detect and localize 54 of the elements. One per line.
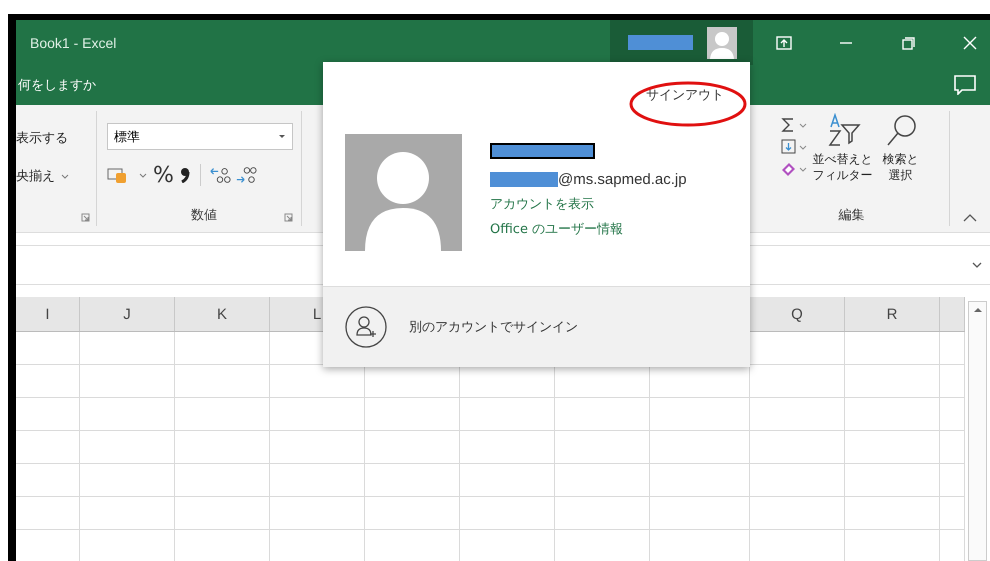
window-title: Book1 - Excel <box>30 34 116 50</box>
avatar-icon <box>707 26 737 58</box>
increase-decimal-icon[interactable] <box>208 166 231 184</box>
caret-icon <box>61 174 69 179</box>
decrease-decimal-icon[interactable] <box>234 166 257 184</box>
autosum-icon[interactable] <box>780 117 806 133</box>
eraser-icon[interactable] <box>780 161 806 177</box>
scrollbar[interactable] <box>968 301 987 561</box>
add-person-icon <box>345 306 387 348</box>
dialog-launcher-icon[interactable] <box>284 213 293 222</box>
switch-account-item[interactable]: 別のアカウントでサインイン <box>323 286 750 367</box>
fill-icon[interactable] <box>780 139 806 155</box>
find-select-button[interactable]: 検索と 選択 <box>878 113 922 183</box>
table-cell <box>940 365 965 398</box>
table-cell <box>16 398 80 431</box>
dropdown-arrow-icon <box>278 134 286 139</box>
scroll-up-icon[interactable] <box>972 306 982 314</box>
ribbon-display-icon[interactable] <box>776 36 792 50</box>
number-format-dropdown[interactable]: 標準 <box>107 123 293 150</box>
account-link[interactable]: アカウントを表示 <box>490 195 687 213</box>
expand-icon[interactable] <box>972 262 982 268</box>
email-text: @ms.sapmed.ac.jp <box>558 171 687 188</box>
tell-me-field[interactable]: 何をしますか <box>18 76 96 94</box>
table-cell <box>940 464 965 497</box>
column-header[interactable]: J <box>80 297 175 331</box>
column-header[interactable]: K <box>175 297 270 331</box>
redaction-bar <box>628 35 693 50</box>
table-cell <box>940 431 965 464</box>
account-button[interactable] <box>610 20 753 65</box>
caret-icon[interactable] <box>139 172 147 178</box>
table-cell <box>940 497 965 530</box>
redaction-bar <box>490 172 558 187</box>
table-cell <box>16 464 80 497</box>
currency-icon[interactable] <box>107 166 129 184</box>
percent-button[interactable]: % <box>153 162 174 188</box>
table-cell <box>16 497 80 530</box>
table-cell <box>16 365 80 398</box>
restore-icon[interactable] <box>900 36 916 50</box>
account-link[interactable]: Office のユーザー情報 <box>490 220 687 238</box>
group-label: 編集 <box>838 207 864 225</box>
column-header[interactable]: R <box>845 297 940 331</box>
close-icon[interactable] <box>962 36 978 50</box>
table-cell <box>940 398 965 431</box>
group-label: 数値 <box>191 207 217 224</box>
comma-style-icon[interactable] <box>180 167 190 183</box>
table-cell <box>16 431 80 464</box>
merge-center-button[interactable]: 央揃え <box>16 167 96 185</box>
dialog-launcher-icon[interactable] <box>81 213 90 222</box>
collapse-ribbon-icon[interactable] <box>963 214 977 222</box>
column-header[interactable]: I <box>16 297 80 331</box>
avatar-icon <box>345 134 462 251</box>
comment-icon[interactable] <box>954 75 976 95</box>
sort-filter-button[interactable]: 並べ替えと フィルター <box>808 113 876 183</box>
wrap-text-button[interactable]: 表示する <box>16 129 96 147</box>
